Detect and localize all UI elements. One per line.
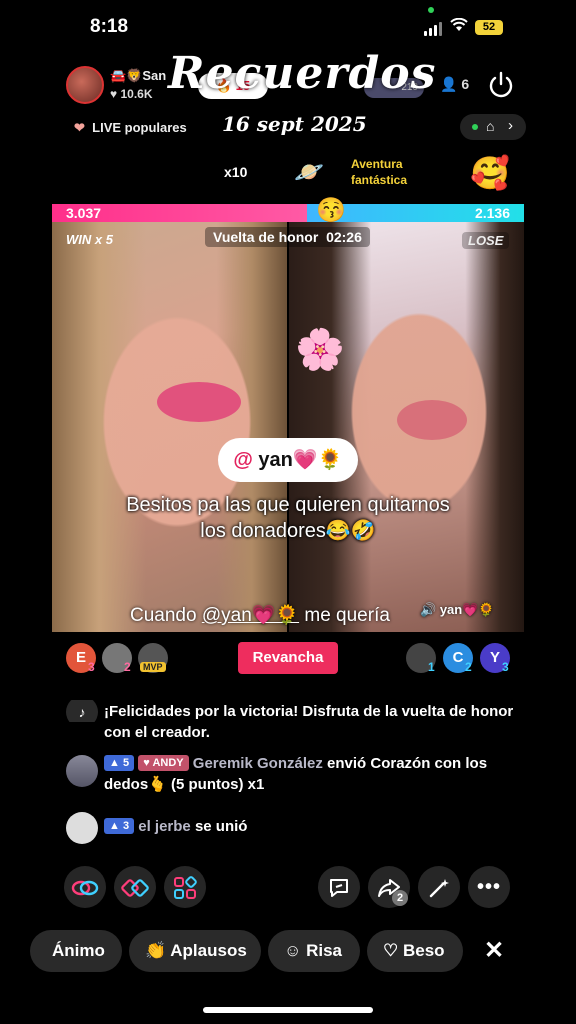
overlay-title: Recuerdos	[168, 48, 437, 99]
right-score: 2.136	[474, 205, 510, 221]
gift-sticker-icon[interactable]: 🥰	[470, 154, 510, 192]
link-icon[interactable]	[64, 866, 106, 908]
left-supporter-1-rank: 3	[88, 660, 95, 674]
right-supporter-2-rank: 2	[465, 660, 472, 674]
overlay-date: 16 sept 2025	[222, 112, 367, 136]
event-banner[interactable]: Aventura fantástica	[351, 156, 431, 188]
bottom-caption: Cuando @yan💗🌻 me quería	[130, 605, 390, 626]
battle-score-bar: 3.037 2.136	[52, 204, 524, 222]
heart-icon: ❤	[74, 120, 85, 135]
left-supporter-2-rank: 2	[124, 660, 131, 674]
close-icon[interactable]: ✕	[484, 936, 504, 965]
right-supporter-1-rank: 1	[428, 660, 435, 674]
flower-icon: 🌸	[295, 328, 345, 372]
level-badge: ▲ 3	[104, 818, 135, 834]
left-score: 3.037	[66, 205, 102, 221]
host-video[interactable]	[52, 222, 287, 632]
win-badge: WIN x 5	[66, 232, 113, 247]
wifi-icon	[450, 17, 468, 37]
chat-username[interactable]: Geremik González	[193, 755, 323, 772]
opponent-video-detail	[397, 400, 467, 440]
mention-sticker[interactable]: @ yan💗🌻	[218, 438, 358, 482]
speaker-icon: 🔊	[420, 602, 437, 617]
reaction-animo[interactable]: Ánimo	[30, 930, 122, 972]
privacy-indicator	[428, 7, 434, 13]
kiss-face-icon: 😚	[316, 197, 346, 224]
home-icon: ⌂	[486, 118, 495, 134]
live-dot-icon	[472, 124, 478, 130]
gift-multiplier: x10	[224, 164, 248, 180]
more-icon[interactable]: •••	[468, 866, 510, 908]
chevron-right-icon: ›	[508, 117, 513, 134]
heart-outline-icon: ♡	[383, 941, 399, 960]
reaction-beso[interactable]: ♡ Beso	[367, 930, 463, 972]
live-popular-link[interactable]: ❤ LIVE populares	[74, 120, 187, 136]
explore-nav-pill[interactable]: ⌂ ›	[460, 114, 526, 140]
share-count-badge: 2	[392, 890, 408, 906]
video-caption: Besitos pa las que quieren quitarnos los…	[126, 494, 450, 542]
apps-icon[interactable]	[164, 866, 206, 908]
chat-user-avatar[interactable]	[66, 812, 98, 844]
comment-icon[interactable]	[318, 866, 360, 908]
planet-icon: 🪐	[294, 159, 324, 186]
person-icon: 👤	[440, 76, 458, 92]
bottom-mention[interactable]: @yan💗🌻	[202, 605, 299, 626]
chat-user-avatar[interactable]	[66, 755, 98, 787]
status-time: 8:18	[90, 16, 129, 37]
right-supporter-3-rank: 3	[502, 660, 509, 674]
lose-badge: LOSE	[462, 232, 510, 249]
tiktok-icon: ♪	[66, 700, 98, 722]
smile-icon: ☺	[284, 941, 302, 960]
join-message: ▲ 3 el jerbe se unió	[104, 816, 514, 837]
host-likes: ♥ 10.6K	[110, 87, 153, 101]
magic-wand-icon[interactable]	[418, 866, 460, 908]
host-video-detail	[157, 382, 241, 422]
battery-icon: 52	[475, 20, 503, 35]
fan-club-badge: ♥ ANDY	[138, 755, 189, 771]
host-avatar[interactable]	[66, 66, 104, 104]
host-name[interactable]: 🚘🦁San	[110, 68, 166, 84]
mvp-badge: MVP	[140, 662, 166, 672]
round-timer: Vuelta de honor 02:26	[205, 227, 370, 247]
reaction-risa[interactable]: ☺ Risa	[268, 930, 360, 972]
system-message: ¡Felicidades por la victoria! Disfruta d…	[104, 703, 514, 741]
clap-icon: 👏	[145, 941, 167, 960]
cellular-signal-icon	[424, 22, 444, 36]
opponent-video[interactable]: 🌸	[289, 222, 524, 632]
viewer-count[interactable]: 👤 6	[440, 76, 469, 93]
home-indicator	[203, 1007, 373, 1013]
reaction-aplausos[interactable]: 👏 Aplausos	[129, 930, 261, 972]
opponent-audio-label[interactable]: 🔊 yan💗🌻	[420, 602, 495, 618]
level-badge: ▲ 5	[104, 755, 135, 771]
battle-icon[interactable]	[114, 866, 156, 908]
gift-message: ▲ 5 ♥ ANDY Geremik González envió Corazó…	[104, 755, 488, 793]
power-icon[interactable]	[486, 70, 516, 100]
host-video-image	[52, 222, 287, 632]
rematch-button[interactable]: Revancha	[238, 642, 338, 674]
chat-username[interactable]: el jerbe	[138, 818, 191, 835]
